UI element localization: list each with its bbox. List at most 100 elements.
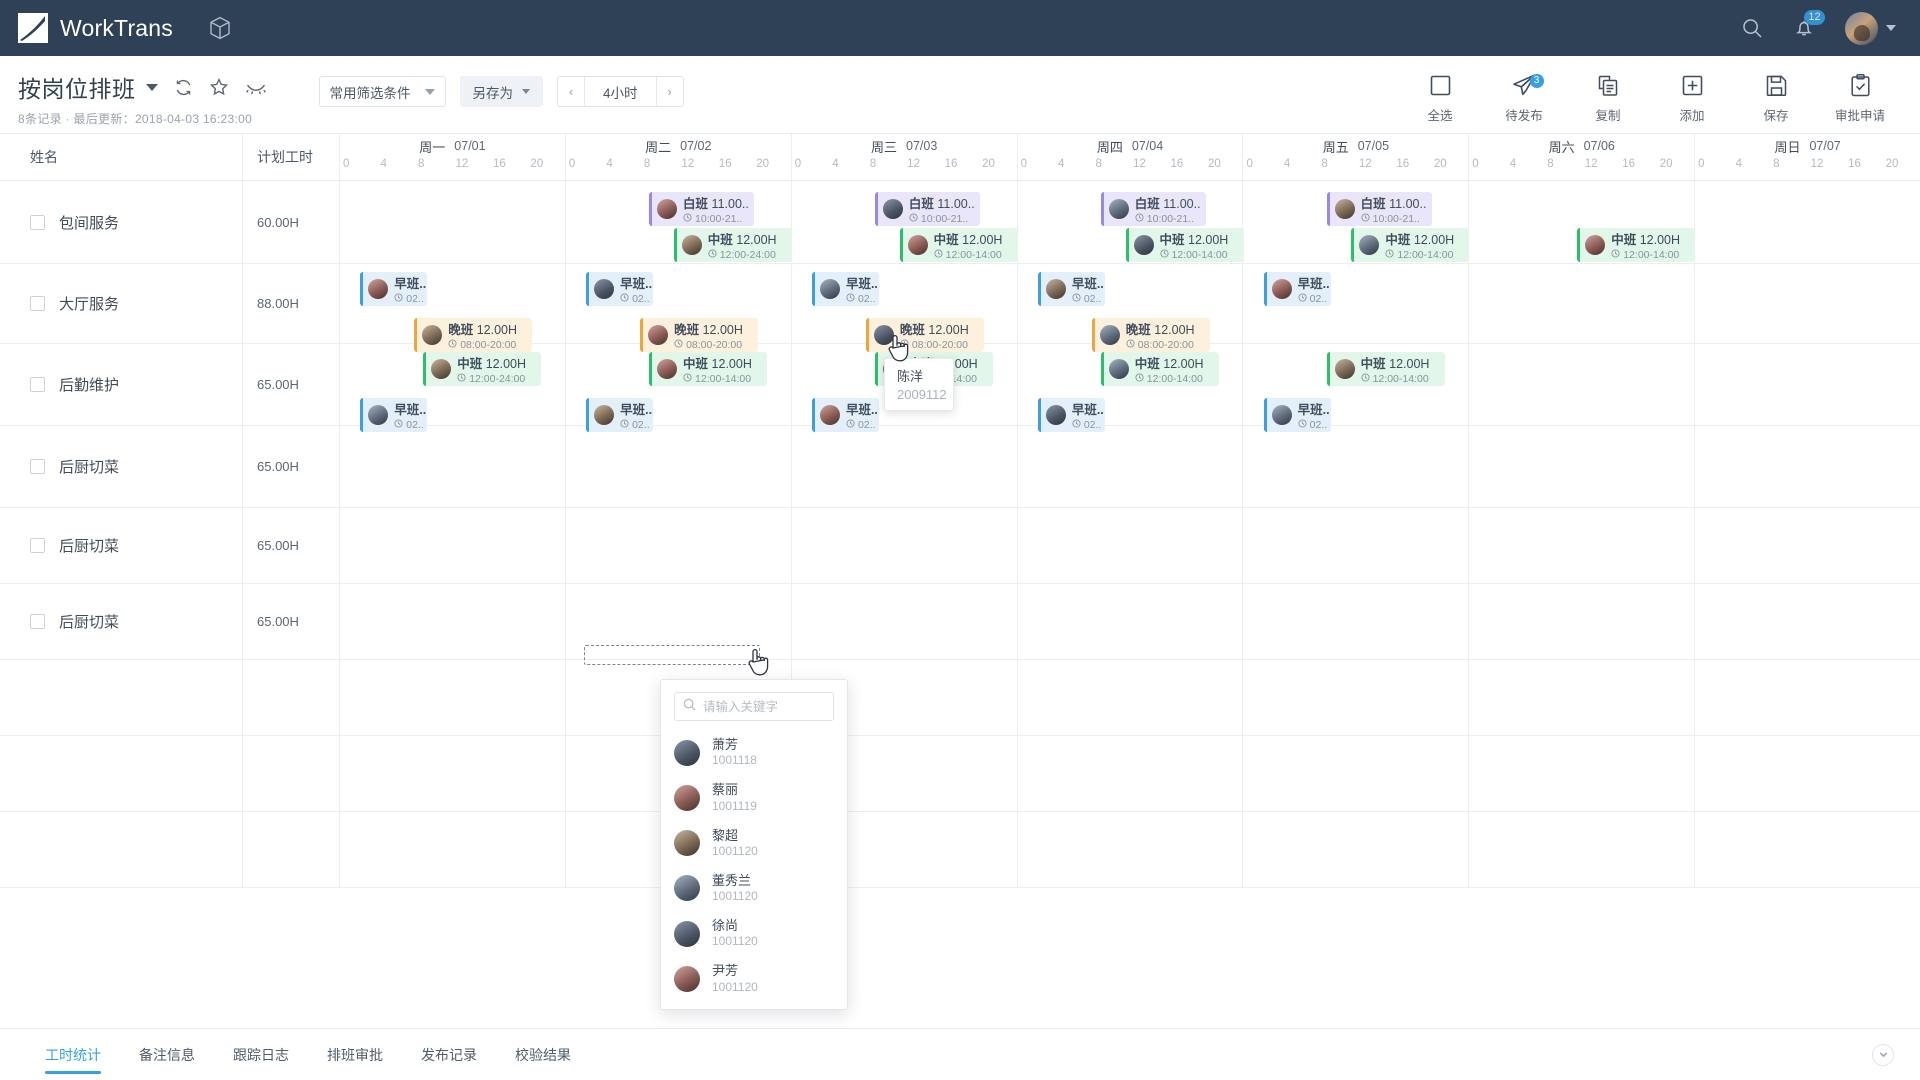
list-item[interactable]: 董秀兰 1001120 bbox=[661, 866, 847, 911]
shift-card[interactable]: 中班 12.00H12:00-14:00 bbox=[899, 228, 1018, 262]
day-cell[interactable] bbox=[792, 508, 1018, 583]
shift-card[interactable]: 白班 11.00.. 10:00-21.. bbox=[649, 192, 755, 226]
day-cell[interactable] bbox=[1243, 812, 1470, 887]
day-cell[interactable]: 中班 12.00H 12:00-24:00 早班.. 02.. bbox=[340, 344, 566, 432]
filter-select[interactable]: 常用筛选条件 bbox=[318, 76, 446, 107]
day-cell[interactable] bbox=[1695, 426, 1920, 507]
bottom-tab[interactable]: 备注信息 bbox=[120, 1029, 214, 1080]
day-cell[interactable]: 白班 11.00.. 10:00-21.. 中班 12.00H 12:00-14:00 bbox=[792, 181, 1018, 263]
day-cell[interactable] bbox=[1695, 736, 1920, 811]
shift-card[interactable]: 早班.. 02.. bbox=[1037, 272, 1105, 306]
picker-search-input[interactable] bbox=[703, 699, 825, 714]
day-cell[interactable] bbox=[1695, 344, 1920, 425]
shift-card[interactable]: 中班 12.00H 12:00-24:00 bbox=[423, 352, 542, 386]
day-cell[interactable]: 中班 12.00H 12:00-14:00 bbox=[1469, 181, 1696, 263]
bottom-tab[interactable]: 工时统计 bbox=[26, 1029, 120, 1080]
row-checkbox[interactable] bbox=[30, 214, 45, 230]
day-cell[interactable] bbox=[566, 508, 792, 583]
day-cell[interactable]: 早班.. 02.. 晚班 12.00H 08:00-20:00 bbox=[340, 264, 566, 352]
shift-card[interactable]: 中班 12.00H12:00-14:00 bbox=[1577, 228, 1696, 262]
day-cell[interactable] bbox=[1695, 660, 1920, 735]
shift-card[interactable]: 早班.. 02.. bbox=[1263, 272, 1331, 306]
day-cell[interactable] bbox=[1695, 264, 1920, 343]
user-menu[interactable] bbox=[1845, 11, 1896, 45]
day-cell[interactable] bbox=[1695, 181, 1920, 263]
day-cell[interactable] bbox=[340, 584, 566, 659]
day-cell[interactable] bbox=[1018, 812, 1244, 887]
shift-card[interactable]: 白班 11.00.. 10:00-21.. bbox=[874, 192, 980, 226]
tool-select-all[interactable]: 全选 bbox=[1398, 68, 1482, 124]
list-item[interactable]: 萧芳 1001118 bbox=[661, 730, 847, 775]
shift-card[interactable]: 中班 12.00H 12:00-24:00 bbox=[673, 228, 792, 262]
day-cell[interactable]: 早班.. 02.. bbox=[1243, 264, 1470, 343]
bell-icon[interactable]: 12 bbox=[1793, 10, 1825, 39]
day-cell[interactable] bbox=[340, 736, 566, 811]
picker-list[interactable]: 萧芳 1001118 蔡丽 1001119 黎超 1001120 董秀兰 1001120 徐尚 1… bbox=[661, 727, 847, 1002]
day-cell[interactable]: 中班 12.00H12:00-14:00早班..02.. bbox=[1243, 344, 1470, 432]
day-cell[interactable] bbox=[1469, 264, 1696, 343]
day-cell[interactable] bbox=[1695, 812, 1920, 887]
row-checkbox[interactable] bbox=[30, 377, 45, 392]
day-cell[interactable] bbox=[566, 426, 792, 507]
day-cell[interactable] bbox=[1018, 736, 1244, 811]
day-cell[interactable] bbox=[1469, 426, 1696, 507]
day-cell[interactable]: 白班 11.00.. 10:00-21.. 中班 12.00H 12:00-24:00 bbox=[566, 181, 792, 263]
day-cell[interactable] bbox=[1018, 660, 1244, 735]
list-item[interactable]: 徐尚 1001120 bbox=[661, 911, 847, 956]
day-cell[interactable]: 白班 11.00.. 10:00-21.. 中班 12.00H 12:00-14:00 bbox=[1018, 181, 1244, 263]
shift-card[interactable]: 中班 12.00H12:00-14:00 bbox=[649, 352, 768, 386]
brand-logo[interactable]: WorkTrans bbox=[18, 13, 173, 43]
picker-search[interactable] bbox=[674, 692, 834, 721]
day-cell[interactable] bbox=[1469, 508, 1696, 583]
row-checkbox[interactable] bbox=[30, 538, 45, 553]
day-cell[interactable] bbox=[1243, 584, 1470, 659]
day-cell[interactable] bbox=[1018, 426, 1244, 507]
tool-publish[interactable]: 3 待发布 bbox=[1482, 68, 1566, 124]
zoom-value[interactable]: 4小时 bbox=[584, 77, 657, 106]
shift-card[interactable]: 白班 11.00.. 10:00-21.. bbox=[1326, 192, 1432, 226]
day-cell[interactable]: 早班.. 02.. 晚班 12.00H 08:00-20:00 bbox=[566, 264, 792, 352]
bottom-tab[interactable]: 发布记录 bbox=[402, 1029, 496, 1080]
shift-card[interactable]: 早班.. 02.. bbox=[586, 272, 654, 306]
caret-down-icon[interactable] bbox=[145, 83, 158, 91]
row-checkbox[interactable] bbox=[30, 459, 45, 474]
shift-card[interactable]: 早班.. 02.. bbox=[360, 272, 428, 306]
day-cell[interactable] bbox=[792, 584, 1018, 659]
day-cell[interactable] bbox=[1018, 508, 1244, 583]
tool-copy[interactable]: 复制 bbox=[1566, 68, 1650, 124]
zoom-prev-button[interactable]: ‹ bbox=[558, 77, 584, 106]
day-cell[interactable]: 早班.. 02.. 晚班 12.00H 08:00-20:00 bbox=[792, 264, 1018, 352]
list-item[interactable]: 蔡丽 1001119 bbox=[661, 775, 847, 820]
day-cell[interactable]: 中班 12.00H12:00-14:00早班..02.. bbox=[1018, 344, 1244, 432]
refresh-icon[interactable] bbox=[174, 78, 193, 97]
day-cell[interactable] bbox=[1018, 584, 1244, 659]
day-cell[interactable] bbox=[340, 426, 566, 507]
day-cell[interactable] bbox=[340, 660, 566, 735]
day-cell[interactable] bbox=[1695, 508, 1920, 583]
day-cell[interactable] bbox=[1243, 736, 1470, 811]
day-cell[interactable] bbox=[1469, 344, 1696, 425]
day-cell[interactable]: 早班.. 02.. 晚班 12.00H 08:00-20:00 bbox=[1018, 264, 1244, 352]
day-cell[interactable] bbox=[1243, 508, 1470, 583]
bottom-tab[interactable]: 跟踪日志 bbox=[214, 1029, 308, 1080]
tool-add[interactable]: 添加 bbox=[1650, 68, 1734, 124]
list-item[interactable]: 尹芳 1001120 bbox=[661, 956, 847, 1001]
cube-icon[interactable] bbox=[209, 16, 231, 40]
row-checkbox[interactable] bbox=[30, 296, 45, 311]
day-cell[interactable] bbox=[340, 812, 566, 887]
day-cell[interactable] bbox=[340, 181, 566, 263]
chevron-down-icon[interactable] bbox=[1872, 1043, 1894, 1066]
zoom-next-button[interactable]: › bbox=[656, 77, 683, 106]
star-icon[interactable] bbox=[209, 77, 229, 97]
day-cell[interactable]: 白班 11.00.. 10:00-21.. 中班 12.00H 12:00-14:00 bbox=[1243, 181, 1470, 263]
shift-card[interactable]: 早班.. 02.. bbox=[811, 272, 879, 306]
day-cell[interactable] bbox=[1469, 736, 1696, 811]
day-cell[interactable] bbox=[1243, 660, 1470, 735]
cell-selection-outline[interactable] bbox=[584, 645, 760, 665]
day-cell[interactable] bbox=[1469, 660, 1696, 735]
bottom-tab[interactable]: 校验结果 bbox=[496, 1029, 590, 1080]
shift-card[interactable]: 中班 12.00H12:00-14:00 bbox=[1125, 228, 1244, 262]
day-cell[interactable] bbox=[1243, 426, 1470, 507]
shift-card[interactable]: 白班 11.00.. 10:00-21.. bbox=[1100, 192, 1206, 226]
tool-approval[interactable]: 审批申请 bbox=[1818, 68, 1902, 124]
